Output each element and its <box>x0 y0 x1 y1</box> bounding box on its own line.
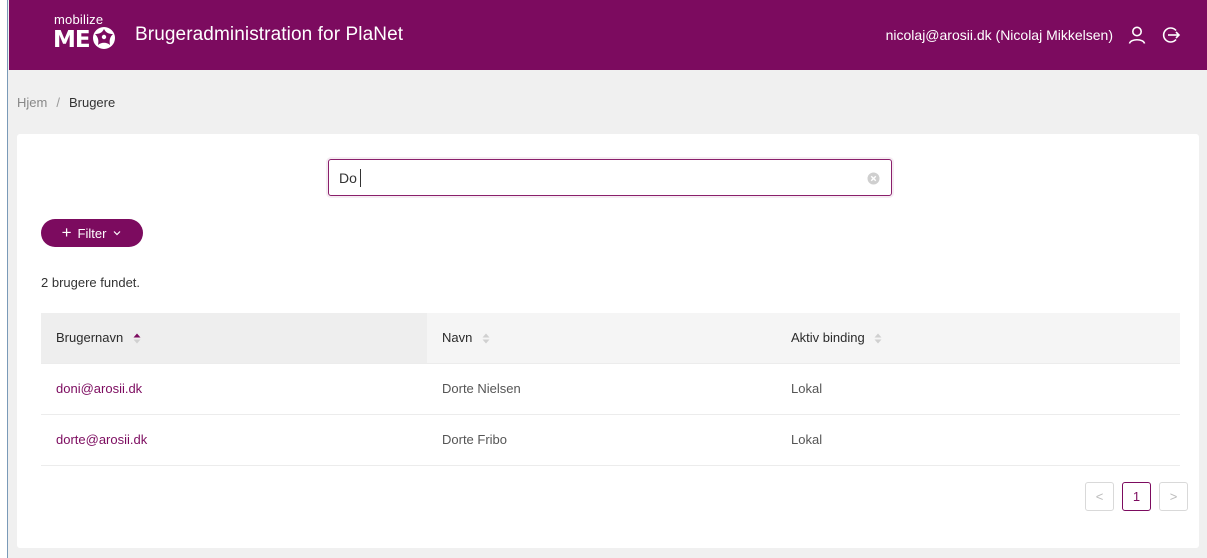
username-link[interactable]: doni@arosii.dk <box>41 363 427 415</box>
table-row: doni@arosii.dk Dorte Nielsen Lokal <box>41 363 1180 415</box>
username-link[interactable]: dorte@arosii.dk <box>41 414 427 466</box>
plus-icon: + <box>61 222 72 242</box>
table-row: dorte@arosii.dk Dorte Fribo Lokal <box>41 414 1180 466</box>
logo[interactable]: mobilize ME <box>45 0 125 70</box>
logo-figure-icon <box>93 27 115 49</box>
binding-cell: Lokal <box>776 414 1180 466</box>
filter-button[interactable]: + Filter <box>41 219 143 247</box>
column-header-label: Navn <box>442 330 473 346</box>
name-cell: Dorte Nielsen <box>427 363 776 415</box>
sort-icon <box>482 333 490 344</box>
column-header-label: Aktiv binding <box>791 330 865 346</box>
clear-search-icon[interactable] <box>867 172 880 185</box>
logo-text-large: ME <box>53 27 91 53</box>
result-count: 2 brugere fundet. <box>41 275 141 290</box>
search-input[interactable] <box>329 160 891 195</box>
current-user[interactable]: nicolaj@arosii.dk (Nicolaj Mikkelsen) <box>886 27 1113 43</box>
app: mobilize ME Brugeradministration for Pla… <box>9 0 1207 558</box>
user-icon[interactable] <box>1127 25 1147 45</box>
logout-icon[interactable] <box>1161 25 1181 45</box>
column-header-username[interactable]: Brugernavn <box>41 313 427 364</box>
user-area: nicolaj@arosii.dk (Nicolaj Mikkelsen) <box>886 25 1181 45</box>
window-edge <box>0 0 8 558</box>
users-table: Brugernavn Navn Aktiv binding doni@arosi… <box>41 313 1180 466</box>
pagination: < 1 > <box>1085 482 1188 511</box>
binding-cell: Lokal <box>776 363 1180 415</box>
sort-icon <box>874 333 882 344</box>
users-card: + Filter 2 brugere fundet. Brugernavn <box>17 134 1199 548</box>
search-box <box>328 159 892 196</box>
top-bar: mobilize ME Brugeradministration for Pla… <box>9 0 1207 70</box>
logo-text-small: mobilize <box>54 12 104 27</box>
breadcrumb-home[interactable]: Hjem <box>17 95 47 110</box>
column-header-active-binding[interactable]: Aktiv binding <box>776 313 1180 364</box>
chevron-down-icon <box>112 228 122 238</box>
text-caret <box>360 169 361 187</box>
name-cell: Dorte Fribo <box>427 414 776 466</box>
breadcrumb: Hjem / Brugere <box>9 70 1207 134</box>
next-page-button[interactable]: > <box>1159 482 1188 511</box>
app-title: Brugeradministration for PlaNet <box>135 24 404 45</box>
table-header-row: Brugernavn Navn Aktiv binding <box>41 313 1180 364</box>
page-1-button[interactable]: 1 <box>1122 482 1151 511</box>
filter-label: Filter <box>77 225 107 241</box>
previous-page-button[interactable]: < <box>1085 482 1114 511</box>
sort-ascending-icon <box>133 333 141 344</box>
column-header-name[interactable]: Navn <box>427 313 776 364</box>
breadcrumb-separator: / <box>56 94 60 110</box>
column-header-label: Brugernavn <box>56 330 124 346</box>
breadcrumb-current: Brugere <box>68 94 116 110</box>
